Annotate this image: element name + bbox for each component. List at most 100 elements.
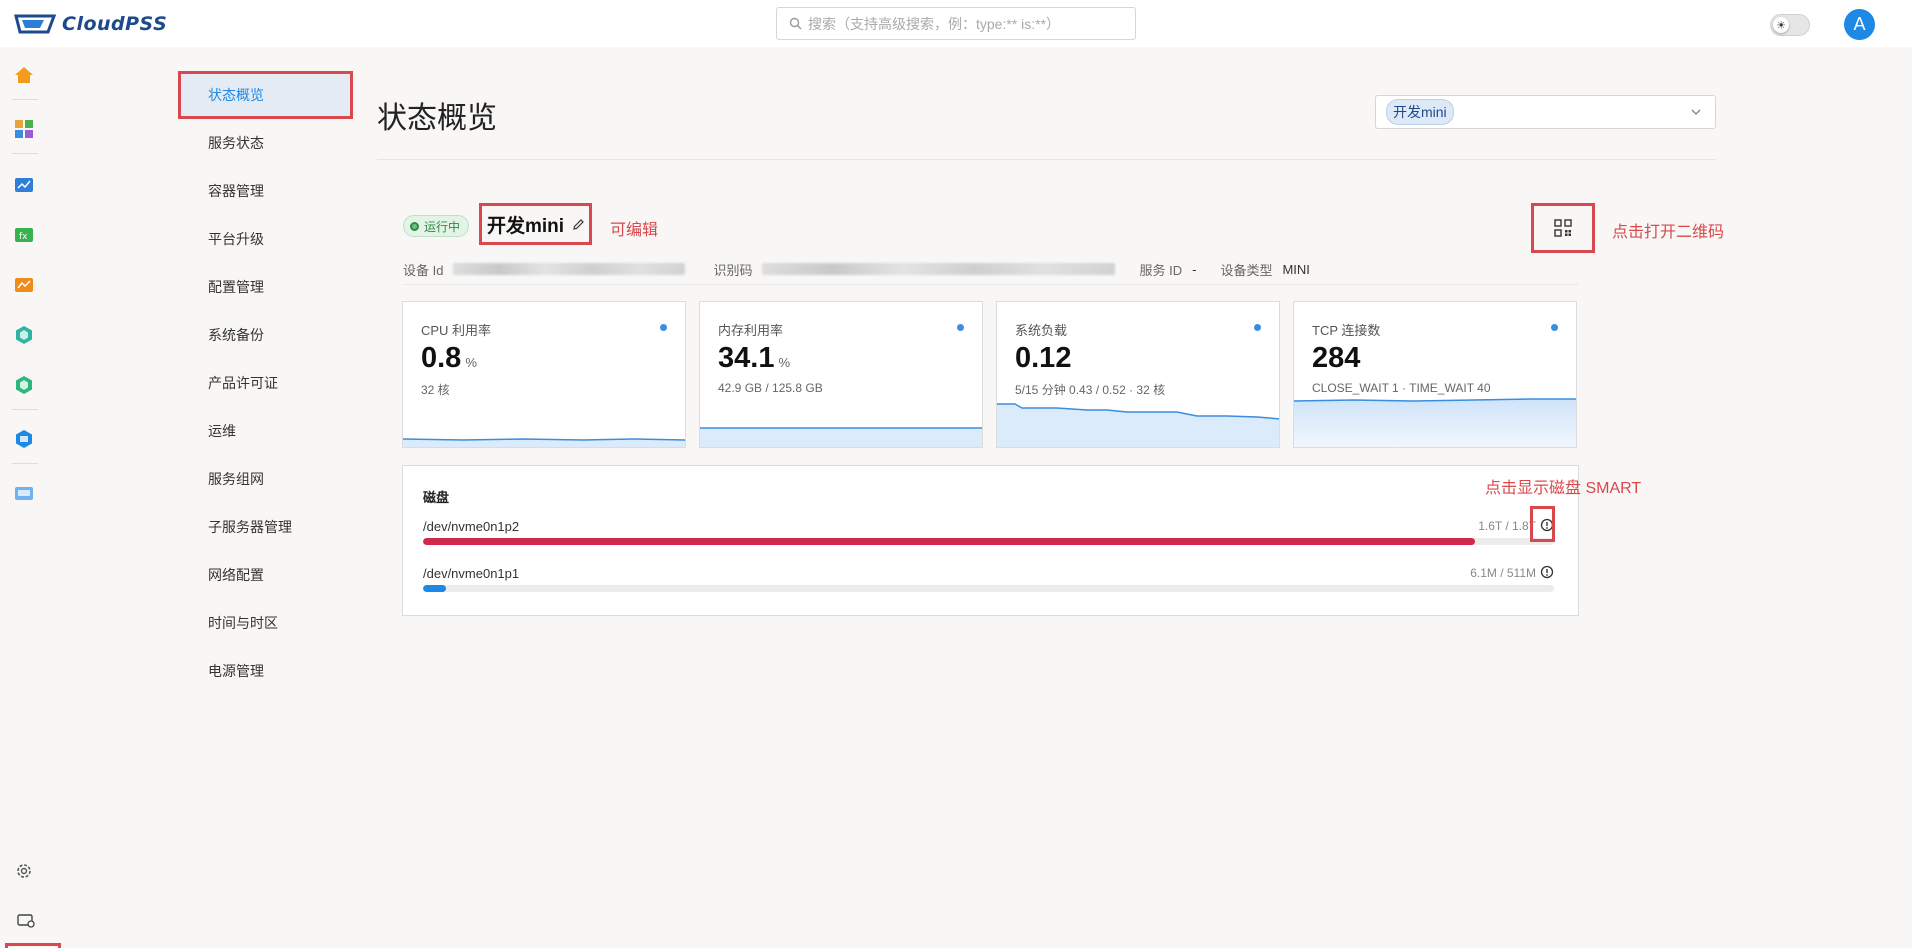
tcp-sparkline	[1294, 398, 1576, 447]
qr-code-icon	[1554, 219, 1572, 237]
code-value-redacted	[762, 263, 1116, 275]
device-meta: 设备 Id 识别码 服务 ID - 设备类型 MINI	[403, 260, 1310, 278]
card-label: 内存利用率	[718, 323, 784, 338]
shield-app-icon[interactable]	[14, 429, 34, 449]
status-dot-icon	[957, 324, 964, 331]
disk-progress	[423, 538, 1554, 545]
divider	[403, 284, 1578, 285]
app-rail: fx	[0, 47, 61, 948]
menu-item-license[interactable]: 产品许可证	[178, 359, 353, 407]
card-value: 0.12	[1015, 342, 1072, 374]
card-label: 系统负载	[1015, 323, 1068, 338]
rail-divider	[12, 463, 38, 464]
disk-card: 磁盘 /dev/nvme0n1p2 1.6T / 1.8T /dev/nvme0…	[402, 465, 1579, 616]
hex-app-icon[interactable]	[14, 325, 34, 345]
menu-item-upgrade[interactable]: 平台升级	[178, 215, 353, 263]
device-id-label: 设备 Id	[403, 262, 444, 278]
disk-progress-fill	[423, 585, 446, 592]
memory-sparkline	[700, 427, 982, 447]
rail-divider	[12, 99, 38, 100]
menu-item-sub-servers[interactable]: 子服务器管理	[178, 503, 353, 551]
info-icon[interactable]	[1540, 565, 1554, 579]
device-select-chip: 开发mini	[1386, 99, 1454, 125]
code-label: 识别码	[713, 262, 753, 278]
status-text: 运行中	[424, 219, 461, 234]
status-dot-icon	[660, 324, 667, 331]
svg-text:fx: fx	[19, 232, 28, 242]
card-label: TCP 连接数	[1312, 323, 1381, 338]
page-title: 状态概览	[377, 102, 497, 135]
chevron-down-icon	[1691, 109, 1701, 115]
home-icon[interactable]	[14, 65, 34, 85]
settings-icon[interactable]	[14, 861, 34, 881]
smart-annotation: 点击显示磁盘 SMART	[1485, 480, 1642, 497]
disk-progress	[423, 585, 1554, 592]
rail-divider	[12, 409, 38, 410]
status-dot-icon	[1551, 324, 1558, 331]
tcp-card: TCP 连接数 284 CLOSE_WAIT 1 · TIME_WAIT 40	[1293, 301, 1577, 448]
status-badge: 运行中	[403, 215, 470, 237]
hex-app-2-icon[interactable]	[14, 375, 34, 395]
menu-item-containers[interactable]: 容器管理	[178, 167, 353, 215]
load-card: 系统负载 0.12 5/15 分钟 0.43 / 0.52 · 32 核	[996, 301, 1280, 448]
cpu-card: CPU 利用率 0.8% 32 核	[402, 301, 686, 448]
load-sparkline	[997, 403, 1279, 447]
logo[interactable]: CloudPSS	[14, 12, 167, 36]
device-type-label: 设备类型	[1220, 262, 1273, 278]
menu-item-backup[interactable]: 系统备份	[178, 311, 353, 359]
theme-toggle[interactable]: ☀	[1770, 14, 1810, 36]
disk-usage: 1.6T / 1.8T	[1478, 519, 1536, 533]
card-value: 34.1%	[718, 342, 791, 374]
service-id-value: -	[1192, 261, 1197, 277]
avatar[interactable]: A	[1844, 9, 1875, 40]
menu-item-network-config[interactable]: 网络配置	[178, 551, 353, 599]
menu-item-ops[interactable]: 运维	[178, 407, 353, 455]
sun-icon: ☀	[1773, 17, 1789, 33]
menu-item-networking[interactable]: 服务组网	[178, 455, 353, 503]
highlight-frame	[5, 943, 61, 948]
function-icon[interactable]: fx	[14, 225, 34, 245]
disk-usage: 6.1M / 511M	[1470, 566, 1536, 580]
device-id-value-redacted	[453, 263, 686, 275]
menu-item-power[interactable]: 电源管理	[178, 647, 353, 695]
device-select[interactable]: 开发mini	[1375, 95, 1716, 129]
cpu-sparkline	[403, 438, 685, 447]
server-admin-icon[interactable]	[16, 911, 36, 931]
card-label: CPU 利用率	[421, 323, 492, 338]
service-id-label: 服务 ID	[1139, 262, 1183, 278]
trend-icon[interactable]	[14, 275, 34, 295]
card-value: 0.8%	[421, 342, 477, 374]
logo-text: CloudPSS	[62, 13, 168, 35]
disk-row: /dev/nvme0n1p2 1.6T / 1.8T	[423, 518, 1554, 553]
rail-divider	[12, 153, 38, 154]
disk-progress-fill	[423, 538, 1475, 545]
running-dot-icon	[410, 221, 419, 231]
menu-item-service-status[interactable]: 服务状态	[178, 119, 353, 167]
qr-code-button[interactable]	[1531, 203, 1595, 253]
pencil-edit-icon[interactable]	[572, 218, 585, 231]
disk-name: /dev/nvme0n1p1	[423, 566, 520, 581]
menu-item-overview[interactable]: 状态概览	[178, 71, 353, 119]
apps-icon[interactable]	[14, 119, 34, 139]
disk-row: /dev/nvme0n1p1 6.1M / 511M	[423, 565, 1554, 600]
menu-item-time-zone[interactable]: 时间与时区	[178, 599, 353, 647]
menu-item-config[interactable]: 配置管理	[178, 263, 353, 311]
search-input[interactable]	[808, 15, 1108, 32]
memory-card: 内存利用率 34.1% 42.9 GB / 125.8 GB	[699, 301, 983, 448]
search-box[interactable]	[776, 7, 1136, 40]
device-name: 开发mini	[487, 215, 565, 237]
disk-title: 磁盘	[423, 490, 450, 505]
files-icon[interactable]	[14, 483, 34, 503]
device-type-value: MINI	[1282, 261, 1310, 277]
cloudpss-logo-icon	[14, 14, 56, 34]
disk-name: /dev/nvme0n1p2	[423, 519, 520, 534]
highlight-frame	[1530, 506, 1555, 542]
search-icon	[789, 17, 802, 30]
device-name-field[interactable]: 开发mini	[479, 203, 592, 245]
card-value: 284	[1312, 342, 1361, 374]
monitor-chart-icon[interactable]	[14, 175, 34, 195]
edit-annotation: 可编辑	[610, 222, 659, 239]
settings-menu: 状态概览 服务状态 容器管理 平台升级 配置管理 系统备份 产品许可证 运维 服…	[178, 71, 353, 695]
status-dot-icon	[1254, 324, 1261, 331]
top-bar: CloudPSS ☀ A	[0, 0, 1912, 47]
